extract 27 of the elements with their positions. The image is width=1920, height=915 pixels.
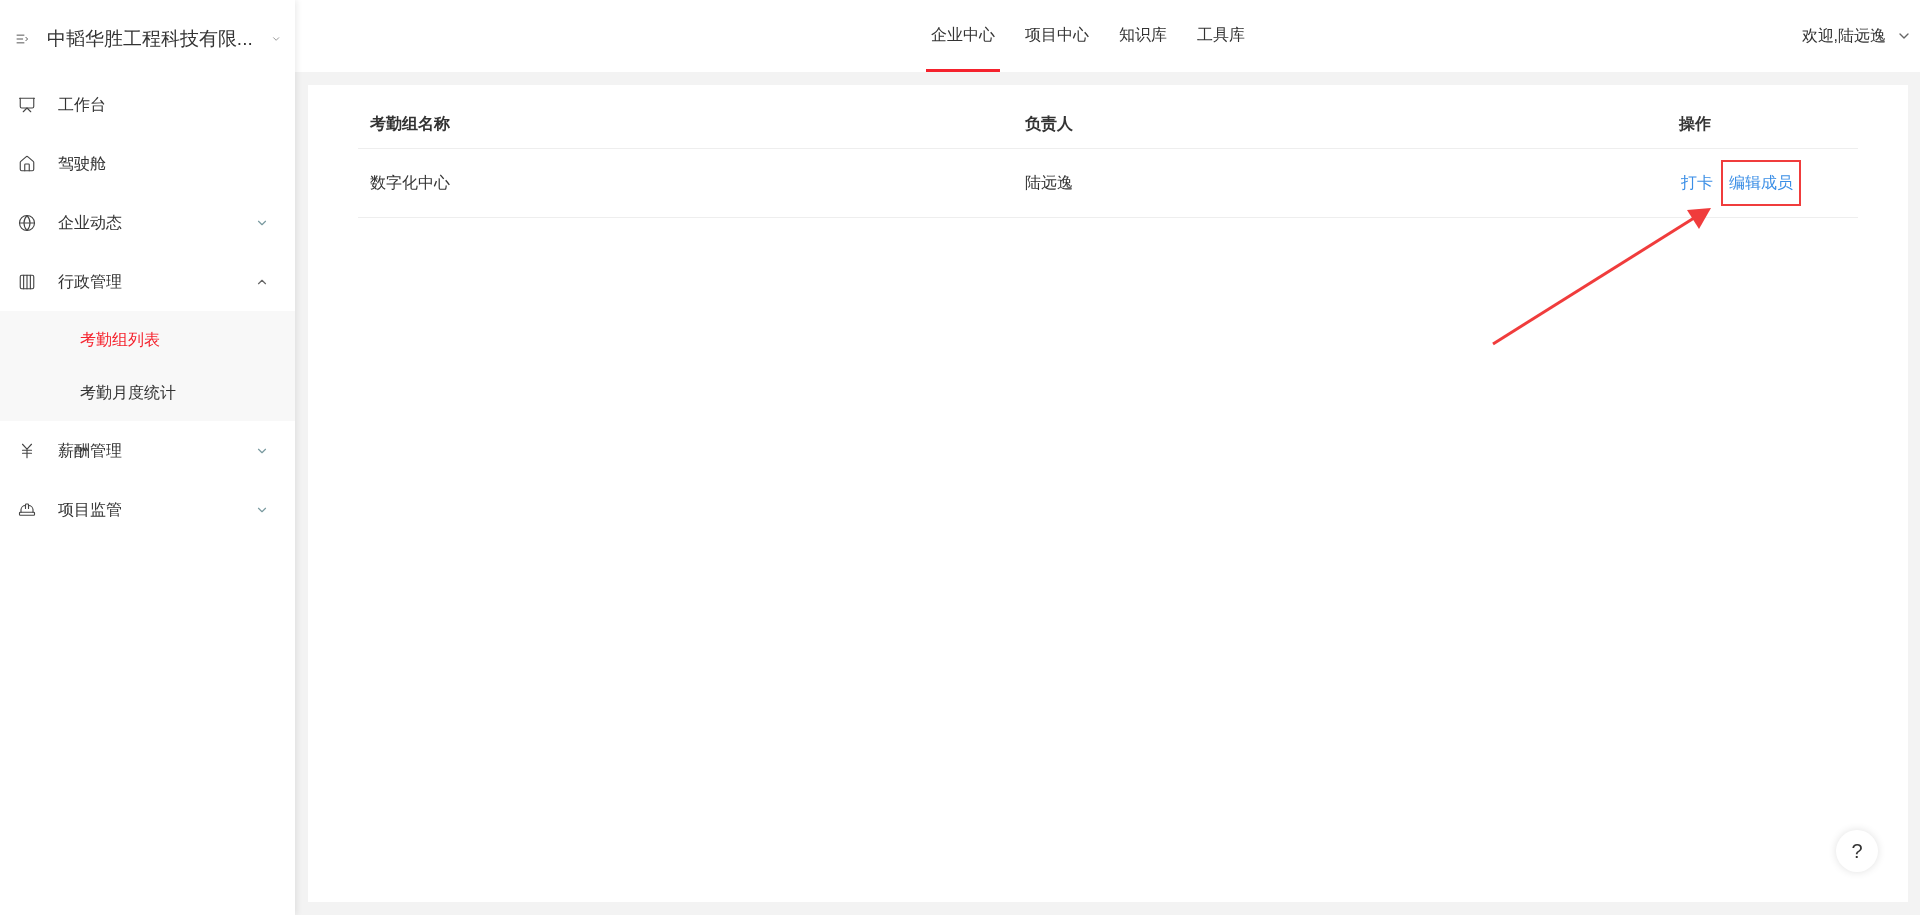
- user-menu[interactable]: 欢迎,陆远逸: [1801, 24, 1920, 48]
- sidebar-item[interactable]: 工作台: [0, 75, 295, 134]
- column-header: 操作: [1667, 100, 1858, 148]
- submenu-item[interactable]: 考勤月度统计: [0, 366, 295, 419]
- hard-hat-icon: [18, 500, 36, 519]
- sidebar-item[interactable]: 驾驶舱: [0, 134, 295, 193]
- submenu-item[interactable]: 考勤组列表: [0, 313, 295, 366]
- column-header: 负责人: [1013, 100, 1667, 148]
- sidebar-item[interactable]: 项目监管: [0, 480, 295, 539]
- action-link[interactable]: 编辑成员: [1721, 159, 1801, 206]
- sidebar-item[interactable]: 薪酬管理: [0, 421, 295, 480]
- sidebar-item[interactable]: 行政管理: [0, 252, 295, 311]
- globe-icon: [18, 213, 36, 232]
- table-cell: 数字化中心: [358, 148, 1013, 217]
- sidebar-item[interactable]: 企业动态: [0, 193, 295, 252]
- action-link[interactable]: 打卡: [1679, 159, 1715, 206]
- menu-icon: [16, 31, 29, 47]
- help-button[interactable]: ?: [1836, 830, 1878, 872]
- company-selector[interactable]: 中韬华胜工程科技有限...: [0, 3, 295, 75]
- column-header: 考勤组名称: [358, 100, 1013, 148]
- monitor-icon: [18, 95, 36, 114]
- nav-tab[interactable]: 知识库: [1114, 0, 1173, 72]
- home-icon: [18, 154, 36, 173]
- nav-tab[interactable]: 项目中心: [1020, 0, 1095, 72]
- nav-tab[interactable]: 企业中心: [926, 0, 1001, 72]
- table-cell: 陆远逸: [1013, 148, 1667, 217]
- nav-tab[interactable]: 工具库: [1192, 0, 1251, 72]
